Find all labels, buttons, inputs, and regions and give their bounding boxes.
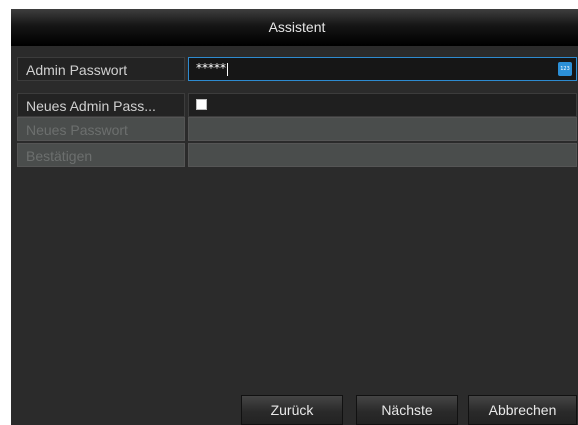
new-admin-password-field	[188, 93, 577, 117]
back-button[interactable]: Zurück	[241, 395, 343, 425]
confirm-input[interactable]	[188, 143, 577, 167]
button-bar: Zurück Nächste Abbrechen	[11, 395, 578, 425]
new-admin-password-checkbox[interactable]	[196, 99, 207, 110]
new-admin-password-label: Neues Admin Pass...	[17, 93, 185, 117]
new-password-input[interactable]	[188, 117, 577, 141]
new-password-label: Neues Passwort	[17, 117, 185, 141]
text-caret	[227, 63, 228, 76]
admin-password-input[interactable]: ***** 123	[188, 57, 577, 81]
keyboard-icon[interactable]: 123	[558, 62, 572, 76]
setup-wizard-dialog: Assistent Admin Passwort ***** 123 Neues…	[11, 9, 578, 425]
confirm-label: Bestätigen	[17, 143, 185, 167]
admin-password-label: Admin Passwort	[17, 57, 185, 81]
new-password-row: Neues Passwort	[17, 117, 577, 141]
next-button[interactable]: Nächste	[356, 395, 458, 425]
dialog-title: Assistent	[11, 9, 578, 46]
new-admin-password-row: Neues Admin Pass...	[17, 93, 577, 117]
admin-password-row: Admin Passwort ***** 123	[17, 57, 577, 81]
confirm-row: Bestätigen	[17, 143, 577, 167]
admin-password-value: *****	[196, 61, 226, 75]
cancel-button[interactable]: Abbrechen	[468, 395, 577, 425]
